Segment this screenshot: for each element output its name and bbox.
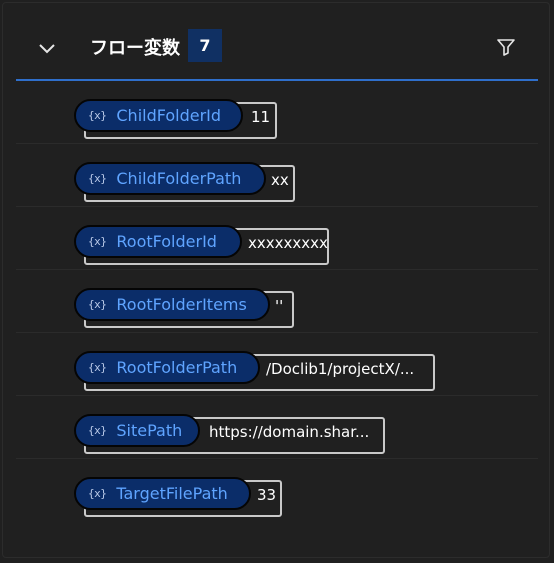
flow-variables-panel: フロー変数 7 {x} ChildFolderId 11 {x} ChildFo… xyxy=(0,0,554,563)
variable-icon: {x} xyxy=(88,361,107,374)
variable-icon: {x} xyxy=(88,109,107,122)
variable-value: https://domain.shar... xyxy=(209,423,370,441)
variable-name: ChildFolderId xyxy=(116,106,222,125)
variable-value: 33 xyxy=(257,486,277,504)
variable-row: {x} TargetFilePath 33 xyxy=(16,459,538,522)
variable-chip[interactable]: {x} ChildFolderPath xyxy=(74,162,266,195)
variable-name: SitePath xyxy=(116,421,183,440)
variable-row: {x} SitePath https://domain.shar... xyxy=(16,396,538,459)
variable-list: {x} ChildFolderId 11 {x} ChildFolderPath… xyxy=(16,81,538,522)
variable-chip[interactable]: {x} RootFolderItems xyxy=(74,288,270,321)
filter-icon[interactable] xyxy=(496,37,516,57)
variable-count-badge: 7 xyxy=(188,29,222,62)
variable-chip[interactable]: {x} TargetFilePath xyxy=(74,477,251,510)
variable-value: xx xyxy=(271,171,289,189)
variable-name: RootFolderId xyxy=(116,232,217,251)
variable-chip[interactable]: {x} SitePath xyxy=(74,414,200,447)
variable-icon: {x} xyxy=(88,487,107,500)
variable-value: '' xyxy=(275,297,284,315)
variable-row: {x} RootFolderItems '' xyxy=(16,270,538,333)
variable-icon: {x} xyxy=(88,298,107,311)
variable-chip[interactable]: {x} RootFolderId xyxy=(74,225,242,258)
variable-name: RootFolderPath xyxy=(116,358,238,377)
variable-name: RootFolderItems xyxy=(116,295,247,314)
variable-chip[interactable]: {x} ChildFolderId xyxy=(74,99,243,132)
variable-row: {x} RootFolderId xxxxxxxxx xyxy=(16,207,538,270)
variable-name: ChildFolderPath xyxy=(116,169,242,188)
panel-title: フロー変数 xyxy=(90,38,180,59)
variable-row: {x} ChildFolderId 11 xyxy=(16,81,538,144)
chevron-down-icon[interactable] xyxy=(36,37,58,59)
variable-value: /Doclib1/projectX/... xyxy=(266,360,415,378)
variable-icon: {x} xyxy=(88,424,107,437)
variable-icon: {x} xyxy=(88,235,107,248)
variable-chip[interactable]: {x} RootFolderPath xyxy=(74,351,260,384)
variable-value: xxxxxxxxx xyxy=(248,234,328,252)
variable-value: 11 xyxy=(251,108,271,126)
variable-row: {x} RootFolderPath /Doclib1/projectX/... xyxy=(16,333,538,396)
variable-name: TargetFilePath xyxy=(116,484,228,503)
panel-header: フロー変数 7 xyxy=(16,20,537,78)
variable-row: {x} ChildFolderPath xx xyxy=(16,144,538,207)
variable-icon: {x} xyxy=(88,172,107,185)
